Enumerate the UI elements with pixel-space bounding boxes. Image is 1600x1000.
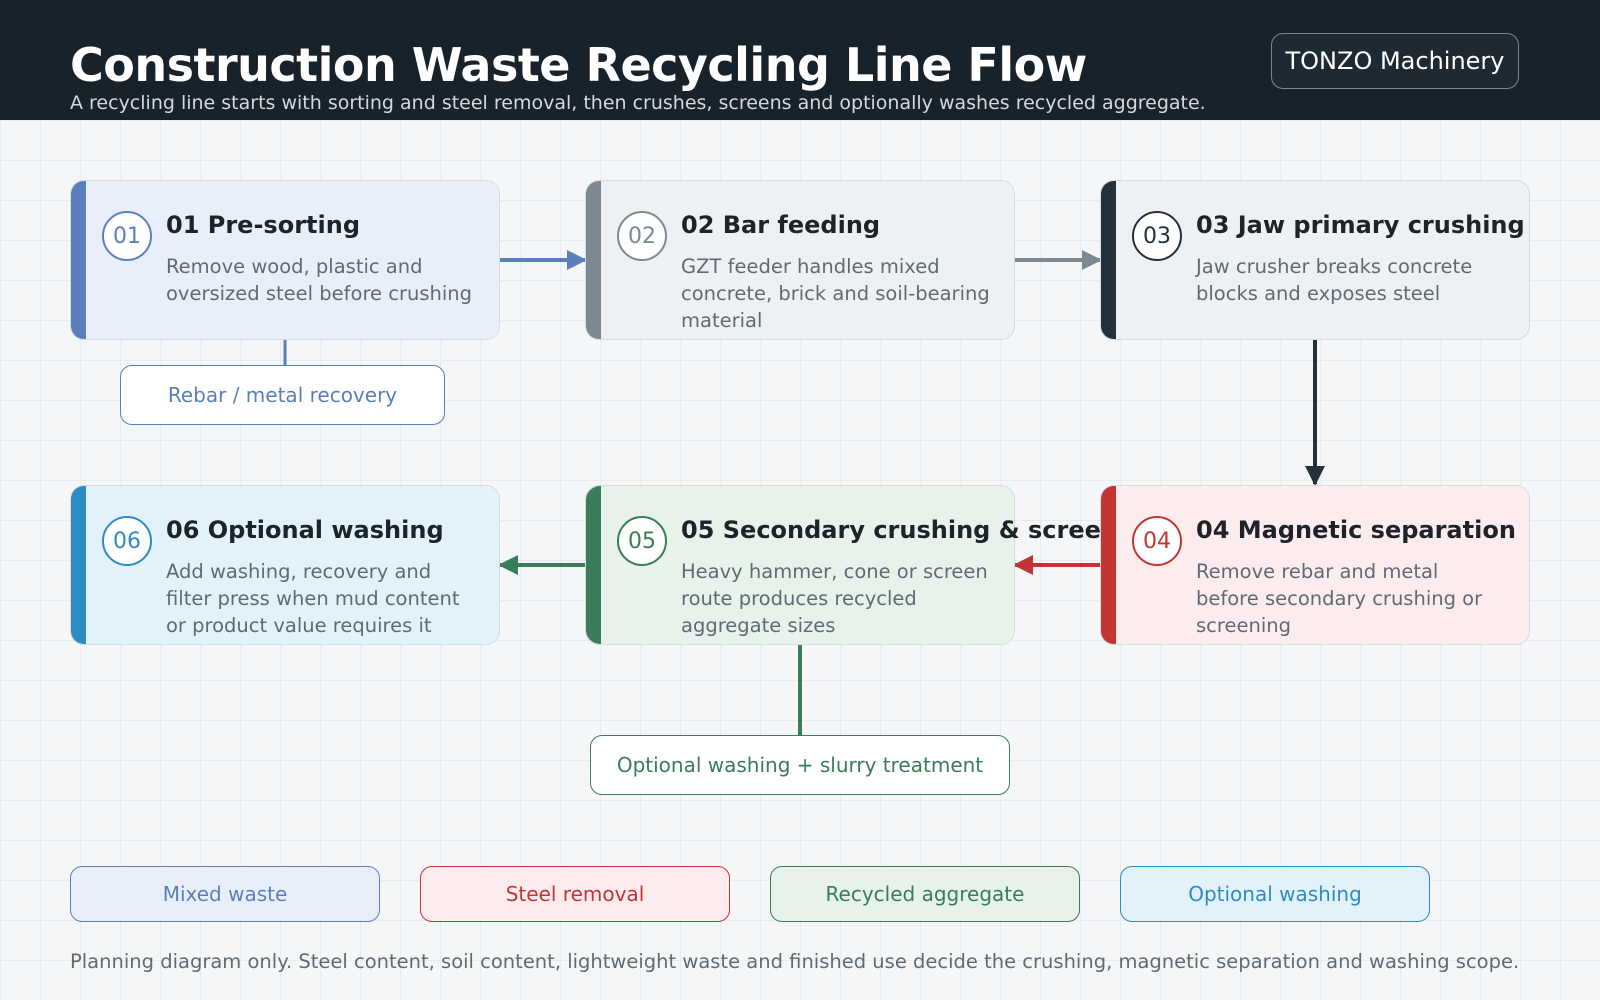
step-description: Heavy hammer, cone or screen route produ… — [681, 560, 988, 637]
legend-recycled-aggregate: Recycled aggregate — [770, 866, 1080, 922]
branch-optional-washing-slurry: Optional washing + slurry treatment — [590, 735, 1010, 795]
step-05-secondary-crushing-screening: 05 05 Secondary crushing & screening Hea… — [585, 485, 1160, 645]
step-title: 02 Bar feeding — [681, 211, 881, 239]
step-04-magnetic-separation: 04 04 Magnetic separation Remove rebar a… — [1100, 485, 1530, 645]
step-accent-bar — [586, 486, 601, 644]
footnote: Planning diagram only. Steel content, so… — [70, 950, 1520, 973]
branch-rebar-metal-recovery: Rebar / metal recovery — [120, 365, 445, 425]
step-accent-bar — [1101, 181, 1116, 339]
step-description: Add washing, recovery and filter press w… — [166, 560, 460, 637]
step-number-badge: 06 — [102, 516, 152, 566]
step-accent-bar — [71, 181, 86, 339]
legend-optional-washing: Optional washing — [1120, 866, 1430, 922]
step-title: 06 Optional washing — [166, 516, 444, 544]
step-description: Jaw crusher breaks concrete blocks and e… — [1196, 255, 1473, 305]
step-description: GZT feeder handles mixed concrete, brick… — [681, 255, 990, 332]
step-accent-bar — [1101, 486, 1116, 644]
step-03-jaw-primary-crushing: 03 03 Jaw primary crushing Jaw crusher b… — [1100, 180, 1530, 340]
step-number-badge: 02 — [617, 211, 667, 261]
step-title: 05 Secondary crushing & screening — [681, 516, 1161, 544]
legend-mixed-waste: Mixed waste — [70, 866, 380, 922]
step-title: 01 Pre-sorting — [166, 211, 360, 239]
step-06-optional-washing: 06 06 Optional washing Add washing, reco… — [70, 485, 500, 645]
step-number-badge: 05 — [617, 516, 667, 566]
step-number-badge: 04 — [1132, 516, 1182, 566]
step-title: 03 Jaw primary crushing — [1196, 211, 1525, 239]
legend-steel-removal: Steel removal — [420, 866, 730, 922]
step-description: Remove rebar and metal before secondary … — [1196, 560, 1483, 637]
step-02-bar-feeding: 02 02 Bar feeding GZT feeder handles mix… — [585, 180, 1015, 340]
step-description: Remove wood, plastic and oversized steel… — [166, 255, 473, 305]
step-01-pre-sorting: 01 01 Pre-sorting Remove wood, plastic a… — [70, 180, 500, 340]
step-title: 04 Magnetic separation — [1196, 516, 1516, 544]
step-number-badge: 03 — [1132, 211, 1182, 261]
step-accent-bar — [71, 486, 86, 644]
step-accent-bar — [586, 181, 601, 339]
step-number-badge: 01 — [102, 211, 152, 261]
